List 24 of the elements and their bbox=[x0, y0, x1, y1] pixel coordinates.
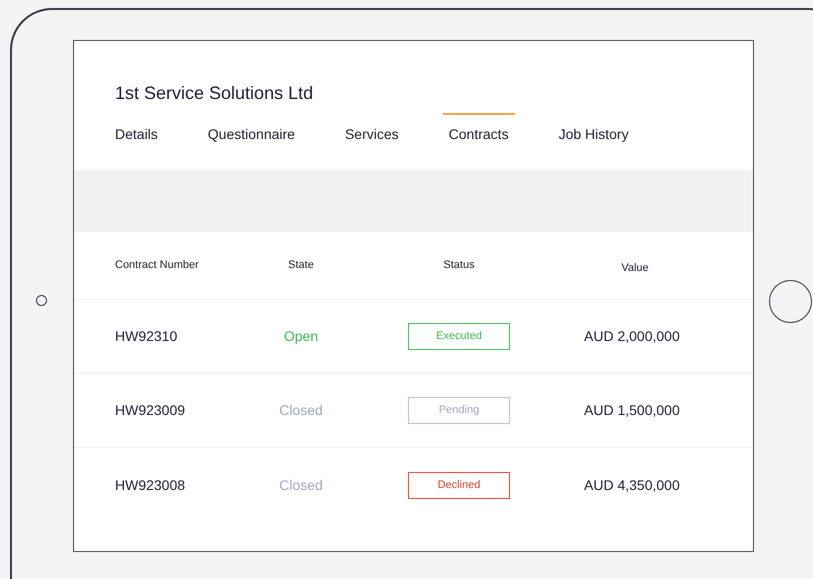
status-badge: Executed bbox=[408, 323, 510, 350]
contract-value: AUD 2,000,000 bbox=[583, 327, 681, 346]
tab[interactable]: Questionnaire bbox=[202, 113, 301, 145]
state-text: Closed bbox=[278, 401, 324, 420]
company-title: 1st Service Solutions Ltd bbox=[115, 82, 314, 105]
tab[interactable]: Contracts bbox=[442, 113, 515, 145]
contract-number: HW923009 bbox=[114, 401, 186, 420]
home-button[interactable] bbox=[769, 280, 812, 323]
contract-number: HW923008 bbox=[114, 476, 186, 494]
state-text: Closed bbox=[278, 476, 324, 494]
contract-number: HW92310 bbox=[114, 327, 178, 346]
tab[interactable]: Job History bbox=[552, 113, 635, 145]
contract-value: AUD 1,500,000 bbox=[583, 401, 681, 420]
column-header: Value bbox=[620, 260, 650, 276]
tab[interactable]: Services bbox=[338, 113, 405, 145]
column-header: State bbox=[287, 258, 315, 274]
column-header: Status bbox=[442, 258, 476, 274]
contract-value: AUD 4,350,000 bbox=[583, 476, 681, 494]
state-text: Open bbox=[282, 327, 320, 346]
tab[interactable]: Details bbox=[109, 113, 164, 145]
status-badge: Pending bbox=[408, 397, 510, 424]
status-badge: Declined bbox=[408, 472, 510, 498]
column-header: Contract Number bbox=[114, 258, 200, 274]
camera-icon bbox=[36, 295, 47, 306]
